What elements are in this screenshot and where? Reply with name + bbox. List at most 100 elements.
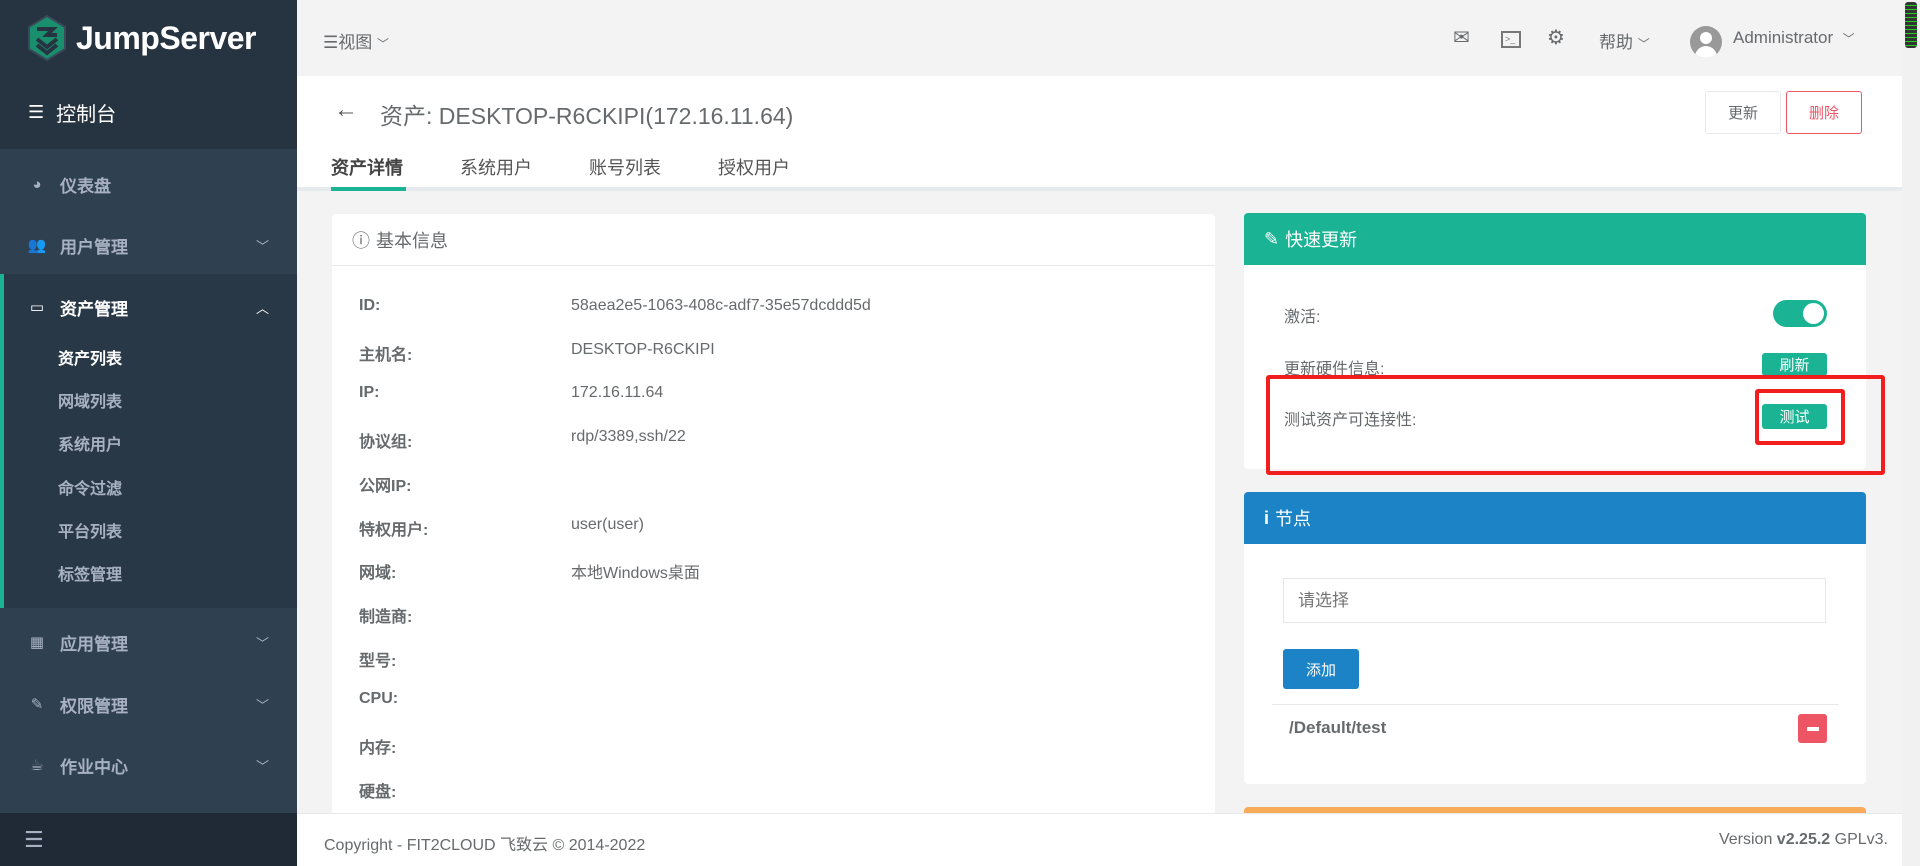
sidebar-item-jobs[interactable]: ☕ 作业中心 ﹀ <box>0 740 297 790</box>
back-arrow-icon[interactable]: ← <box>334 96 358 124</box>
dashboard-icon: ◕ <box>32 175 42 193</box>
refresh-hardware-button[interactable]: 刷新 <box>1762 353 1827 376</box>
sidebar-console[interactable]: ☰ 控制台 <box>0 76 297 149</box>
delete-button[interactable]: 删除 <box>1786 91 1862 134</box>
edit-icon: ✎ <box>1264 228 1280 249</box>
sidebar-sub-domain-list[interactable]: 网域列表 <box>58 388 122 412</box>
field-label: 网域: <box>359 565 397 583</box>
gear-icon[interactable]: ⚙ <box>1547 25 1565 50</box>
field-label: ID: <box>359 297 381 314</box>
tab-authorized-users[interactable]: 授权用户 <box>718 154 790 180</box>
sidebar-sub-system-users[interactable]: 系统用户 <box>58 431 122 455</box>
label: 资产管理 <box>60 299 128 319</box>
basic-info-header: ⓘ 基本信息 <box>332 214 1215 266</box>
field-value: rdp/3389,ssh/22 <box>571 428 686 446</box>
sidebar-sub-platform-list[interactable]: 平台列表 <box>58 518 122 542</box>
sidebar-item-assets[interactable]: ▭ 资产管理 ︿ <box>0 282 297 332</box>
field-label: 协议组: <box>359 434 413 452</box>
field-label: 公网IP: <box>359 477 412 495</box>
field-value: user(user) <box>571 515 644 533</box>
chevron-down-icon: ﹀ <box>255 697 269 713</box>
tab-system-users[interactable]: 系统用户 <box>460 154 532 180</box>
tab-account-list[interactable]: 账号列表 <box>589 154 661 180</box>
field-label: IP: <box>359 384 380 402</box>
update-button[interactable]: 更新 <box>1705 91 1781 134</box>
sidebar: JumpServer ☰ 控制台 ◕ 仪表盘 👥 用户管理 ﹀ ▭ 资产管理 ︿ 资产列表 … <box>0 0 297 866</box>
view-label: 视图 <box>338 33 373 52</box>
username: Administrator <box>1733 28 1834 47</box>
field-value: 58aea2e5-1063-408c-adf7-35e57dcddd5d <box>571 297 871 314</box>
active-tab-indicator <box>331 187 406 191</box>
sidebar-sub-label-manage[interactable]: 标签管理 <box>58 561 122 585</box>
license: GPLv3. <box>1830 831 1888 848</box>
field-label: CPU: <box>359 690 399 708</box>
sidebar-item-dashboard[interactable]: ◕ 仪表盘 <box>0 159 297 209</box>
top-navbar: ☰视图 ﹀ ✉ >_ ⚙ 帮助 ﹀ Administrator ﹀ <box>297 0 1902 76</box>
terminal-icon[interactable]: >_ <box>1501 31 1521 48</box>
coffee-icon: ☕ <box>30 757 44 774</box>
label: 应用管理 <box>60 634 128 654</box>
chevron-down-icon: ﹀ <box>255 758 269 774</box>
panel-title: 节点 <box>1275 509 1312 529</box>
console-label: 控制台 <box>56 104 117 126</box>
field-value: 本地Windows桌面 <box>571 565 700 583</box>
chevron-down-icon: ﹀ <box>255 635 269 651</box>
footer: Copyright - FIT2CLOUD 飞致云 © 2014-2022 Ve… <box>297 813 1902 866</box>
field-label: 制造商: <box>359 608 413 626</box>
version-prefix: Version <box>1718 831 1777 848</box>
label: 权限管理 <box>60 696 128 716</box>
node-select-input[interactable] <box>1283 578 1826 623</box>
user-menu[interactable]: Administrator ﹀ <box>1733 28 1855 48</box>
quick-update-header: ✎ 快速更新 <box>1244 213 1866 265</box>
chevron-down-icon: ﹀ <box>255 238 269 254</box>
nodes-header: i 节点 <box>1244 492 1866 544</box>
copyright: Copyright - FIT2CLOUD 飞致云 © 2014-2022 <box>324 837 646 854</box>
sidebar-item-permissions[interactable]: ✎ 权限管理 ﹀ <box>0 679 297 729</box>
users-icon: 👥 <box>27 237 47 254</box>
logo[interactable]: JumpServer <box>0 0 297 76</box>
label: 用户管理 <box>60 237 128 257</box>
page-title: 资产: DESKTOP-R6CKIPI(172.16.11.64) <box>380 103 794 129</box>
info-icon: i <box>1264 507 1270 528</box>
add-node-button[interactable]: 添加 <box>1283 649 1359 689</box>
help-label: 帮助 <box>1599 33 1633 52</box>
sidebar-sub-command-filter[interactable]: 命令过滤 <box>58 475 122 499</box>
collapse-sidebar-button[interactable]: ☰ <box>0 813 297 866</box>
label: 作业中心 <box>60 757 128 777</box>
avatar[interactable] <box>1690 26 1722 58</box>
minus-icon <box>1806 726 1819 731</box>
view-menu[interactable]: ☰视图 ﹀ <box>323 28 389 53</box>
remove-node-button[interactable] <box>1798 714 1827 743</box>
active-label: 激活: <box>1284 309 1321 326</box>
active-toggle[interactable] <box>1773 300 1827 327</box>
highlight-box-button <box>1755 389 1845 445</box>
grid-icon: ▦ <box>29 634 45 651</box>
jumpserver-logo-icon <box>28 15 66 61</box>
help-menu[interactable]: 帮助 ﹀ <box>1599 28 1650 53</box>
sidebar-sub-asset-list[interactable]: 资产列表 <box>58 345 122 369</box>
chevron-up-icon: ︿ <box>255 300 269 316</box>
sliders-icon: ☰ <box>28 102 45 122</box>
sidebar-item-users[interactable]: 👥 用户管理 ﹀ <box>0 220 297 270</box>
sidebar-item-applications[interactable]: ▦ 应用管理 ﹀ <box>0 617 297 667</box>
inbox-icon: ▭ <box>29 299 45 316</box>
version-number: v2.25.2 <box>1776 831 1831 848</box>
field-label: 特权用户: <box>359 521 429 539</box>
collapse-icon: ☰ <box>24 826 44 852</box>
chevron-down-icon: ﹀ <box>376 37 389 51</box>
field-label: 硬盘: <box>359 783 397 801</box>
field-value: DESKTOP-R6CKIPI <box>571 340 715 358</box>
panel-title: 基本信息 <box>376 230 448 251</box>
field-value: 172.16.11.64 <box>571 384 664 402</box>
nodes-panel: i 节点 <box>1244 492 1866 784</box>
field-label: 内存: <box>359 740 397 757</box>
field-label: 主机名: <box>359 346 413 364</box>
scrollbar[interactable] <box>1902 0 1920 866</box>
app-name: JumpServer <box>76 19 256 56</box>
scrollbar-thumb[interactable] <box>1905 2 1917 48</box>
mail-icon[interactable]: ✉ <box>1453 25 1470 50</box>
node-item: /Default/test <box>1289 718 1387 737</box>
tab-asset-detail[interactable]: 资产详情 <box>331 154 403 180</box>
chevron-down-icon: ﹀ <box>1637 37 1650 51</box>
edit-icon: ✎ <box>30 696 44 713</box>
